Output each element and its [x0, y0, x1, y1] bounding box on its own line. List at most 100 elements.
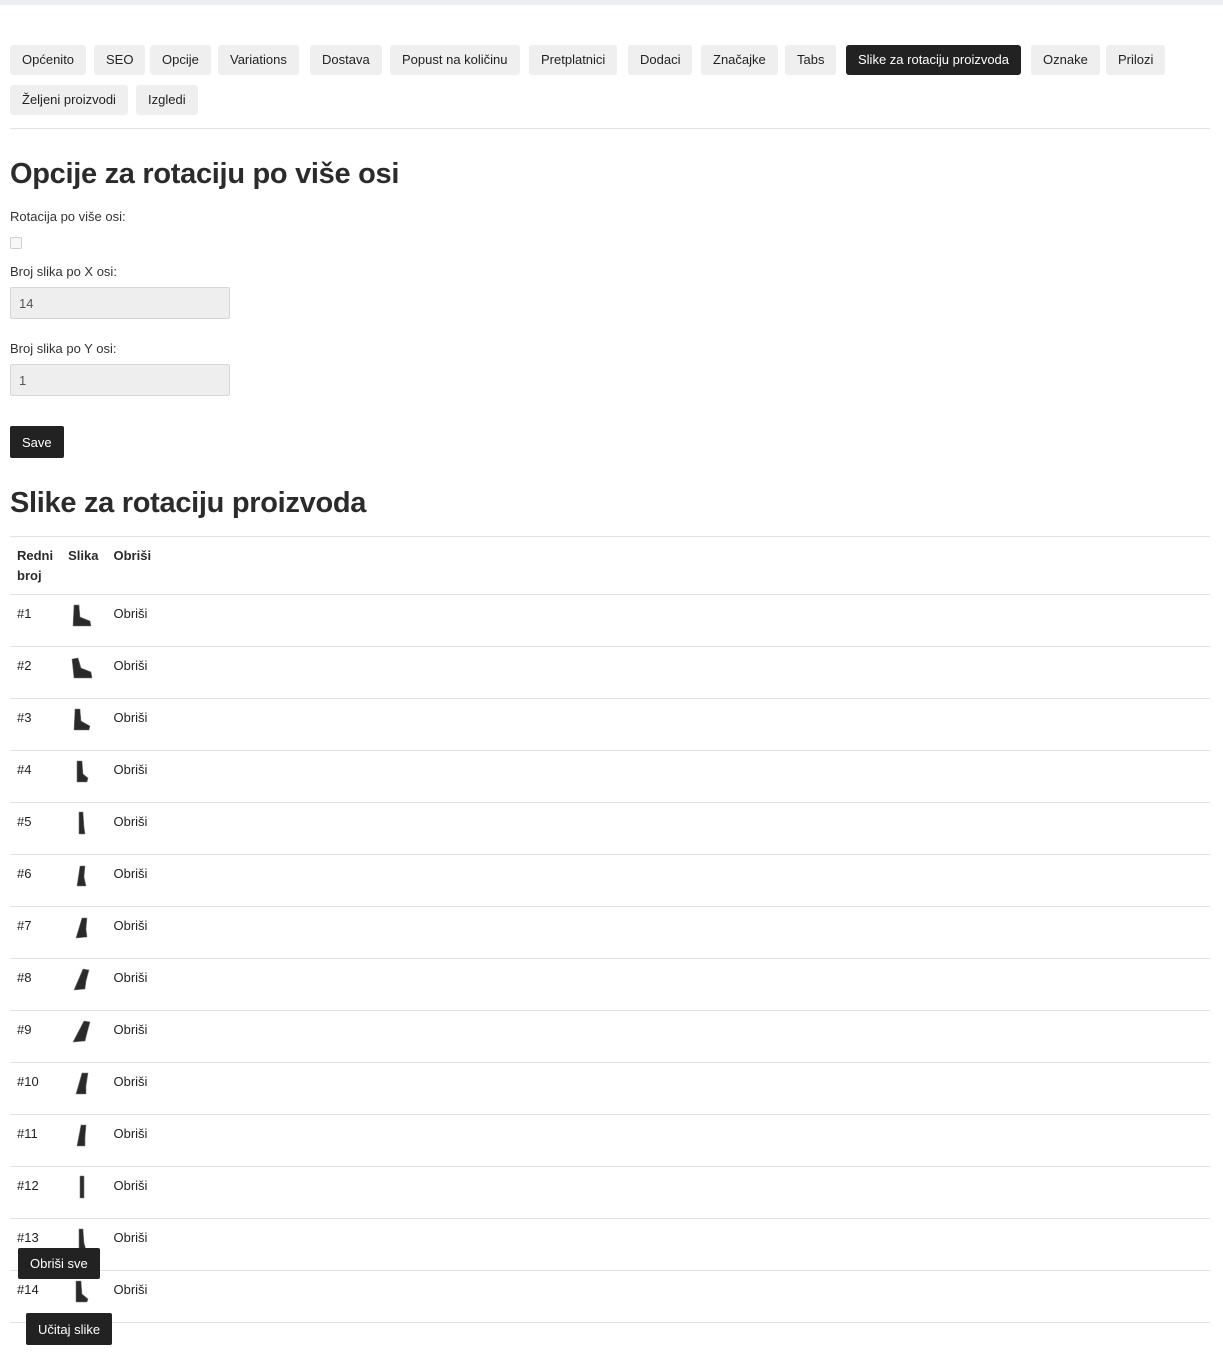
- delete-link[interactable]: Obriši: [113, 1230, 147, 1245]
- boot-thumbnail-icon[interactable]: [68, 1173, 96, 1203]
- row-number: #9: [10, 1010, 62, 1063]
- tab-dodaci[interactable]: Dodaci: [628, 45, 693, 75]
- tab-prilozi[interactable]: Prilozi: [1106, 45, 1166, 75]
- row-image-cell: [61, 698, 107, 751]
- row-delete-cell: Obriši: [106, 1166, 1210, 1219]
- row-number: #11: [10, 1114, 62, 1167]
- row-image-cell: [61, 802, 107, 855]
- tab-opcenito[interactable]: Općenito: [10, 45, 87, 75]
- tab-popust[interactable]: Popust na količinu: [390, 45, 520, 75]
- tabs-divider: [10, 128, 1210, 129]
- boot-thumbnail-icon[interactable]: [68, 809, 96, 839]
- tab-dostava[interactable]: Dostava: [310, 45, 382, 75]
- boot-thumbnail-icon[interactable]: [68, 965, 96, 995]
- row-delete-cell: Obriši: [106, 906, 1210, 959]
- row-number: #12: [10, 1166, 62, 1219]
- row-delete-cell: Obriši: [106, 958, 1210, 1011]
- row-image-cell: [61, 1114, 107, 1167]
- row-delete-cell: Obriši: [106, 854, 1210, 907]
- boot-thumbnail-icon[interactable]: [68, 653, 96, 683]
- row-delete-cell: Obriši: [106, 1218, 1210, 1271]
- table-row: #6 Obriši: [10, 854, 1210, 907]
- row-number: #4: [10, 750, 62, 803]
- tab-variations[interactable]: Variations: [218, 45, 299, 75]
- table-row: #11 Obriši: [10, 1114, 1210, 1167]
- delete-link[interactable]: Obriši: [113, 970, 147, 985]
- row-number: #8: [10, 958, 62, 1011]
- row-number: #5: [10, 802, 62, 855]
- row-delete-cell: Obriši: [106, 802, 1210, 855]
- delete-link[interactable]: Obriši: [113, 658, 147, 673]
- boot-thumbnail-icon[interactable]: [68, 913, 96, 943]
- boot-thumbnail-icon[interactable]: [68, 861, 96, 891]
- row-delete-cell: Obriši: [106, 594, 1210, 647]
- table-row: #8 Obriši: [10, 958, 1210, 1011]
- images-table: Redni broj Slika Obriši #1 Obriši #2 Obriši…: [10, 536, 1210, 1323]
- tab-seo[interactable]: SEO: [94, 45, 146, 75]
- options-title: Opcije za rotaciju po više osi: [10, 158, 400, 190]
- boot-thumbnail-icon[interactable]: [68, 1017, 96, 1047]
- x-images-input[interactable]: [10, 287, 230, 319]
- save-button[interactable]: Save: [10, 426, 64, 458]
- upload-images-button[interactable]: Učitaj slike: [26, 1313, 113, 1345]
- row-number: #7: [10, 906, 62, 959]
- table-row: #1 Obriši: [10, 594, 1210, 647]
- header-obrisi: Obriši: [106, 536, 1210, 595]
- row-delete-cell: Obriši: [106, 1270, 1210, 1323]
- row-image-cell: [61, 906, 107, 959]
- row-delete-cell: Obriši: [106, 1114, 1210, 1167]
- row-image-cell: [61, 1166, 107, 1219]
- tab-slike-rotacija[interactable]: Slike za rotaciju proizvoda: [846, 45, 1022, 75]
- row-image-cell: [61, 1062, 107, 1115]
- delete-link[interactable]: Obriši: [113, 762, 147, 777]
- table-row: #10 Obriši: [10, 1062, 1210, 1115]
- tab-oznake[interactable]: Oznake: [1031, 45, 1100, 75]
- delete-link[interactable]: Obriši: [113, 866, 147, 881]
- boot-thumbnail-icon[interactable]: [68, 757, 96, 787]
- tab-tabs[interactable]: Tabs: [785, 45, 837, 75]
- row-delete-cell: Obriši: [106, 750, 1210, 803]
- row-number: #2: [10, 646, 62, 699]
- table-row: #7 Obriši: [10, 906, 1210, 959]
- tab-zeljeni[interactable]: Željeni proizvodi: [10, 85, 128, 115]
- delete-link[interactable]: Obriši: [113, 1282, 147, 1297]
- boot-thumbnail-icon[interactable]: [68, 1069, 96, 1099]
- row-number: #1: [10, 594, 62, 647]
- header-slika: Slika: [61, 536, 107, 595]
- table-row: #13 Obriši: [10, 1218, 1210, 1271]
- delete-link[interactable]: Obriši: [113, 918, 147, 933]
- table-row: #3 Obriši: [10, 698, 1210, 751]
- delete-link[interactable]: Obriši: [113, 1178, 147, 1193]
- row-image-cell: [61, 646, 107, 699]
- boot-thumbnail-icon[interactable]: [68, 1121, 96, 1151]
- multi-axis-label: Rotacija po više osi:: [10, 209, 126, 224]
- delete-link[interactable]: Obriši: [113, 1126, 147, 1141]
- delete-link[interactable]: Obriši: [113, 1022, 147, 1037]
- delete-link[interactable]: Obriši: [113, 710, 147, 725]
- boot-thumbnail-icon[interactable]: [68, 705, 96, 735]
- row-image-cell: [61, 854, 107, 907]
- tab-znacajke[interactable]: Značajke: [701, 45, 778, 75]
- delete-all-button[interactable]: Obriši sve: [18, 1248, 100, 1279]
- multi-axis-checkbox[interactable]: [10, 237, 22, 249]
- table-header-row: Redni broj Slika Obriši: [10, 536, 1210, 595]
- row-delete-cell: Obriši: [106, 1010, 1210, 1063]
- delete-link[interactable]: Obriši: [113, 606, 147, 621]
- tab-opcije[interactable]: Opcije: [150, 45, 211, 75]
- row-number: #10: [10, 1062, 62, 1115]
- tab-izgledi[interactable]: Izgledi: [136, 85, 198, 115]
- delete-link[interactable]: Obriši: [113, 1074, 147, 1089]
- delete-link[interactable]: Obriši: [113, 814, 147, 829]
- images-table-body: #1 Obriši #2 Obriši #3 Obriši #4 Obriši #5 Obriši…: [10, 594, 1210, 1323]
- boot-thumbnail-icon[interactable]: [68, 1277, 96, 1307]
- table-row: #4 Obriši: [10, 750, 1210, 803]
- row-image-cell: [61, 1010, 107, 1063]
- top-bar: [0, 0, 1223, 5]
- row-delete-cell: Obriši: [106, 1062, 1210, 1115]
- table-row: #5 Obriši: [10, 802, 1210, 855]
- y-images-input[interactable]: [10, 364, 230, 396]
- tab-pretplatnici[interactable]: Pretplatnici: [529, 45, 618, 75]
- row-delete-cell: Obriši: [106, 646, 1210, 699]
- x-images-label: Broj slika po X osi:: [10, 264, 117, 279]
- boot-thumbnail-icon[interactable]: [68, 601, 96, 631]
